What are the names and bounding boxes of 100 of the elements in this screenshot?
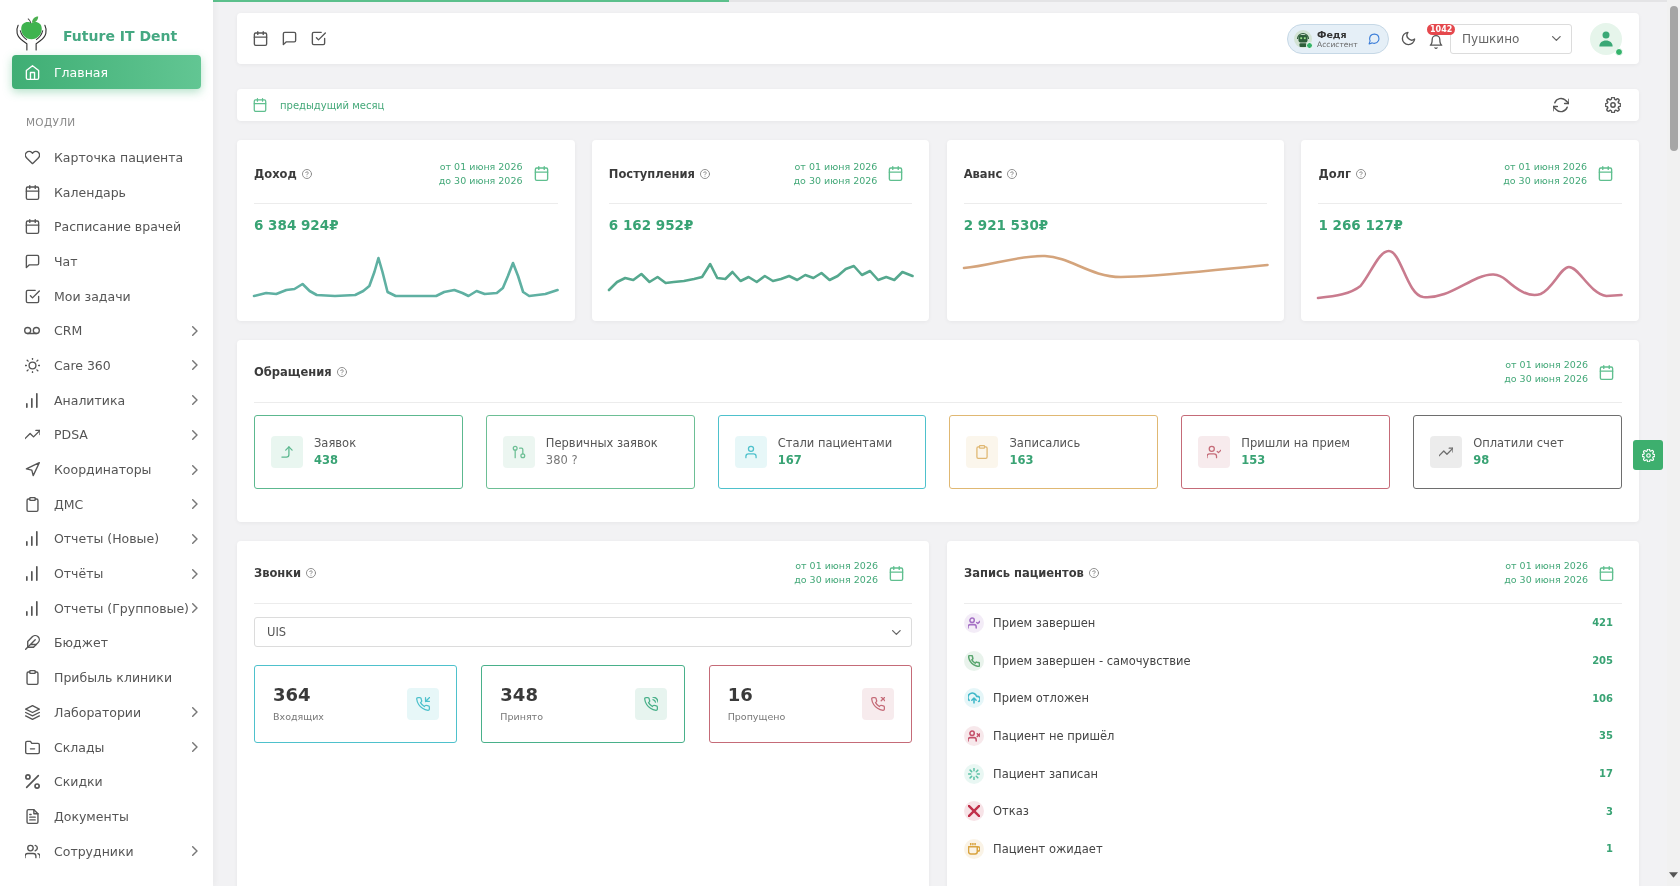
sidebar-item[interactable]: Документы [0,799,213,834]
date-to: до 30 июня 2026 [794,573,878,587]
help-icon [306,568,317,578]
chat-icon [24,253,40,269]
date-from: от 01 июня 2026 [1504,559,1588,573]
status-label: Отказ [993,804,1029,819]
tile-label: Заявок [314,435,357,452]
status-count: 1 [1606,843,1613,855]
person-icon [734,436,767,468]
tile-label: Записались [1009,435,1081,452]
sidebar-item[interactable]: Отчеты (Новые) [0,521,213,557]
panel-title: Обращения [254,365,332,379]
brand-name: Future IT Dent [63,27,178,44]
call-label: Пропущено [727,710,786,724]
heart-icon [24,149,40,165]
settings-icon[interactable] [1605,97,1621,113]
tile-label: Стали пациентами [777,435,893,452]
call-label: Принято [500,710,543,724]
checked-box-icon[interactable] [311,31,326,46]
status-label: Прием завершен - самочувствие [993,653,1191,668]
card-title: Поступления [608,166,695,181]
bell-icon[interactable] [1429,34,1443,49]
settings-button[interactable] [1633,440,1663,470]
bar-chart-icon [26,566,38,582]
status-count: 106 [1592,692,1613,704]
feather-icon [24,635,40,651]
chat-bubble-icon [1368,32,1380,45]
layers-icon [24,704,40,720]
sidebar-item[interactable]: ДМС [0,486,213,522]
users-icon [24,843,40,859]
sidebar-item[interactable]: Расписание врачей [0,209,213,245]
home-icon [24,64,40,80]
sidebar-item[interactable]: Аналитика [0,382,213,418]
checked-box-icon [24,288,40,304]
bar-chart-icon [26,392,38,408]
folder-minus-icon [24,739,40,755]
status-count: 35 [1599,730,1613,742]
call-label: Входящих [273,710,324,724]
scroll-down-icon[interactable] [1669,872,1678,878]
sidebar-item[interactable]: Карточка пациента [0,140,213,175]
sidebar-item[interactable]: Отчеты (Групповые) [0,590,213,626]
tile-label: Пришли на прием [1241,435,1351,452]
sun-icon [24,357,40,373]
date-to: до 30 июня 2026 [793,173,878,188]
card-title: Аванс [963,166,1003,181]
person-icon [1599,30,1613,47]
sidebar-item[interactable]: Склады [0,729,213,765]
chevron-down-icon [1552,36,1561,41]
chat-icon[interactable] [282,31,297,46]
help-icon [336,367,347,377]
bar-chart-icon [26,600,38,616]
date-from: от 01 июня 2026 [1503,159,1587,174]
sidebar-item[interactable]: CRM [0,313,213,349]
status-label: Прием завершен [993,615,1096,630]
card-value: 6 162 952₽ [608,216,695,234]
sidebar-item[interactable]: Лаборатории [0,695,213,730]
clipboard-icon [24,496,40,512]
document-icon [24,808,40,824]
date-from: от 01 июня 2026 [794,559,878,573]
sidebar-item[interactable]: PDSA [0,417,213,453]
trend-up-icon [1430,436,1463,468]
moon-icon[interactable] [1401,31,1416,46]
sidebar-item[interactable]: Бюджет [0,625,213,661]
panel-title: Звонки [254,566,302,580]
date-from: от 01 июня 2026 [438,159,523,174]
sidebar-item[interactable]: Чат [0,244,213,279]
user-avatar-button[interactable] [1590,22,1622,55]
sidebar-item[interactable]: Календарь [0,174,213,210]
notification-badge: 1042 [1427,23,1456,35]
status-label: Прием отложен [993,691,1089,706]
sidebar-item[interactable]: Care 360 [0,348,213,383]
sidebar-item[interactable]: Координаторы [0,452,213,487]
date-from: от 01 июня 2026 [1504,358,1588,372]
scrollbar-thumb[interactable] [1669,6,1678,151]
clipboard-icon [24,670,40,686]
panel-title: Запись пациентов [964,566,1084,580]
sidebar-item[interactable]: Мои задачи [0,278,213,314]
status-count: 421 [1592,617,1613,629]
status-label: Пациент ожидает [993,841,1103,856]
person-check-icon [1198,436,1231,468]
refresh-icon[interactable] [1553,97,1569,113]
card-value: 1 266 127₽ [1318,216,1404,234]
paper-plane-icon [24,462,40,478]
help-icon [1356,168,1367,179]
phone-missed-icon [862,688,894,720]
date-to: до 30 июня 2026 [1503,173,1587,188]
help-icon [699,168,710,179]
calendar-icon[interactable] [253,31,268,46]
percent-icon [24,774,40,790]
status-label: Пациент записан [993,766,1098,781]
tile-value: 98 [1473,452,1491,469]
status-count: 205 [1592,655,1613,667]
clipboard-icon [966,436,999,468]
sidebar-item[interactable]: Сотрудники [0,833,213,869]
sidebar-item[interactable]: Отчёты [0,556,213,591]
source-select[interactable]: UIS [254,617,912,647]
sidebar-item[interactable]: Прибыль клиники [0,660,213,695]
sidebar-item[interactable]: Скидки [0,764,213,800]
tile-value: 153 [1241,452,1267,469]
call-count: 348 [500,684,539,706]
